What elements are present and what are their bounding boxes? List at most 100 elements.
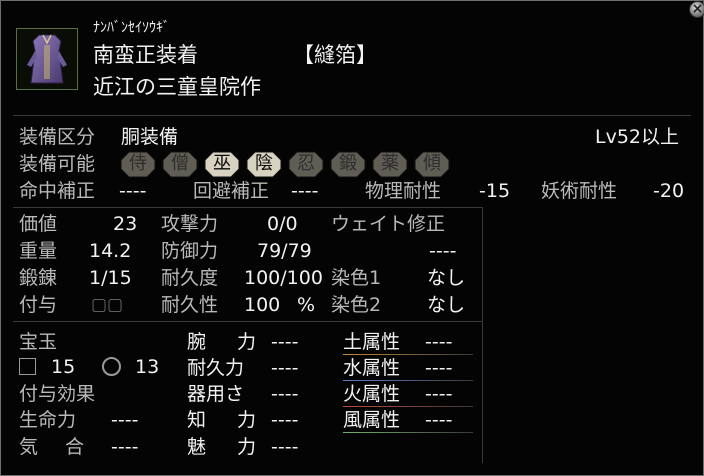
attack-value: 0/0: [267, 213, 298, 235]
durability-pct-label: 耐久性: [161, 294, 219, 316]
square-gem-count: 15: [51, 356, 76, 378]
arm-label-1: 腕: [187, 331, 207, 353]
stamina-value: ----: [271, 357, 299, 379]
element-label: 火属性: [343, 383, 401, 405]
class-badge: 忍: [288, 151, 324, 178]
dex-value: ----: [271, 383, 299, 405]
forge-value: 1/15: [89, 267, 132, 289]
element-value: ----: [425, 409, 453, 431]
class-badge-label: 陰: [255, 153, 273, 174]
defense-label: 防御力: [161, 240, 219, 262]
class-badge-label: 侍: [129, 153, 147, 174]
defense-value: 79/79: [257, 240, 312, 262]
item-tooltip-panel: × ﾅﾝﾊﾞﾝｾｲｿｳｷﾞ 南蛮正装着 【縫箔】 近江の三童皇院作 装備区分 胴…: [0, 0, 704, 476]
class-badge-label: 薬: [381, 153, 399, 174]
price-value: 23: [113, 213, 138, 235]
item-reading: ﾅﾝﾊﾞﾝｾｲｿｳｷﾞ: [93, 20, 170, 36]
arm-label-2: 力: [237, 331, 257, 353]
square-gem-icon: [19, 358, 36, 375]
divider: [13, 321, 483, 322]
divider: [13, 115, 691, 116]
charm-label-2: 力: [237, 436, 257, 458]
ki-label-2: 合: [65, 436, 85, 458]
class-badge-label: 僧: [171, 153, 189, 174]
evade-label: 回避補正: [193, 180, 270, 202]
magic-resist-label: 妖術耐性: [541, 180, 618, 202]
item-icon-frame: [16, 28, 78, 90]
price-label: 価値: [19, 213, 58, 235]
element-gauge-line: [343, 406, 473, 407]
weight-label: 重量: [19, 240, 58, 262]
hit-label: 命中補正: [19, 180, 96, 202]
class-badge: 巫: [204, 151, 240, 178]
forge-label: 鍛錬: [19, 267, 58, 289]
class-badge: 薬: [372, 151, 408, 178]
class-badge-label: 巫: [213, 153, 231, 174]
item-maker: 近江の三童皇院作: [93, 75, 261, 99]
level-requirement: Lv52以上: [595, 126, 680, 148]
class-badge-label: 鍛: [339, 153, 357, 174]
class-badge: 鍛: [330, 151, 366, 178]
element-label: 土属性: [343, 331, 401, 353]
element-gauge-line: [343, 432, 473, 433]
close-button[interactable]: ×: [689, 1, 704, 18]
hp-value: ----: [111, 409, 139, 431]
dye1-value: なし: [427, 267, 466, 289]
dye1-label: 染色1: [331, 267, 382, 289]
phys-resist-value: -15: [479, 180, 511, 202]
grant-label: 付与: [19, 294, 58, 316]
charm-value: ----: [271, 436, 299, 458]
class-badge-label: 傾: [423, 153, 441, 174]
durability-value: 100/100: [244, 267, 323, 289]
slot-label: 装備区分: [19, 126, 96, 148]
class-badge-label: 忍: [297, 153, 315, 174]
dex-label: 器用さ: [187, 383, 245, 405]
element-label: 水属性: [343, 357, 401, 379]
divider: [482, 207, 483, 463]
circle-gem-count: 13: [135, 356, 160, 378]
ki-value: ----: [111, 436, 139, 458]
element-gauge-line: [343, 380, 473, 381]
stamina-label: 耐久力: [187, 357, 245, 379]
durability-pct-value: 100: [244, 294, 281, 316]
class-label: 装備可能: [19, 153, 96, 175]
phys-resist-label: 物理耐性: [365, 180, 442, 202]
weight-value: 14.2: [89, 240, 132, 262]
item-category: 【縫箔】: [293, 43, 377, 67]
int-label-2: 力: [237, 409, 257, 431]
element-label: 風属性: [343, 409, 401, 431]
element-gauge-line: [343, 354, 473, 355]
robe-icon: [27, 34, 67, 84]
class-badge: 僧: [162, 151, 198, 178]
item-name: 南蛮正装着: [93, 43, 198, 67]
weight-mod-value: ----: [429, 240, 457, 262]
gem-label: 宝玉: [19, 331, 58, 353]
class-badge: 侍: [120, 151, 156, 178]
class-badge: 傾: [414, 151, 450, 178]
charm-label-1: 魅: [187, 436, 207, 458]
ki-label-1: 気: [19, 436, 39, 458]
divider: [13, 207, 483, 208]
dye2-value: なし: [427, 294, 466, 316]
circle-gem-icon: [102, 357, 121, 376]
arm-value: ----: [271, 331, 299, 353]
magic-resist-value: -20: [653, 180, 685, 202]
class-badge: 陰: [246, 151, 282, 178]
durability-pct-unit: %: [297, 294, 316, 316]
int-label-1: 知: [187, 409, 207, 431]
slot-value: 胴装備: [121, 126, 179, 148]
durability-label: 耐久度: [161, 267, 219, 289]
effect-label: 付与効果: [19, 383, 96, 405]
hit-value: ----: [119, 180, 147, 202]
attack-label: 攻撃力: [161, 213, 219, 235]
element-value: ----: [425, 357, 453, 379]
evade-value: ----: [291, 180, 319, 202]
weight-mod-label: ウェイト修正: [331, 213, 446, 235]
int-value: ----: [271, 409, 299, 431]
close-icon: ×: [691, 1, 704, 17]
dye2-label: 染色2: [331, 294, 382, 316]
hp-label: 生命力: [19, 409, 77, 431]
element-value: ----: [425, 331, 453, 353]
grant-slots: ▢▢: [91, 295, 124, 315]
element-value: ----: [425, 383, 453, 405]
